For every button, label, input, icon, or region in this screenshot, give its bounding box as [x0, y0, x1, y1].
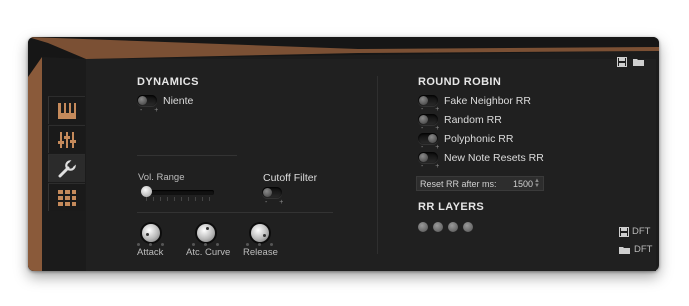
dynamics-divider-top [137, 155, 237, 156]
polyphonic-rr-range: - + [421, 144, 445, 151]
round-robin-heading: ROUND ROBIN [418, 76, 502, 88]
polyphonic-rr-label: Polyphonic RR [444, 133, 514, 145]
tab-piano[interactable] [48, 96, 85, 124]
dft-save-label: DFT [632, 226, 651, 237]
random-rr-toggle[interactable] [418, 114, 438, 125]
vol-range-slider-handle[interactable] [141, 186, 152, 197]
release-label: Release [243, 247, 278, 258]
tab-grid[interactable] [48, 183, 85, 211]
dft-load-label: DFT [634, 244, 653, 255]
spinner-arrows-icon[interactable]: ▲ ▼ [533, 178, 543, 189]
tab-settings[interactable] [48, 154, 85, 182]
grid-icon [58, 189, 76, 206]
random-rr-range: - + [421, 125, 445, 132]
rr-layer-4[interactable] [463, 222, 473, 232]
vol-range-slider-track[interactable] [146, 190, 214, 195]
fake-neighbor-rr-range: - + [421, 106, 445, 113]
mixer-icon [58, 131, 76, 148]
piano-keys-icon [58, 102, 76, 119]
reset-rr-label: Reset RR after ms: [420, 178, 497, 189]
new-note-resets-rr-range: - + [421, 163, 445, 170]
save-icon[interactable] [617, 57, 627, 67]
fake-neighbor-rr-label: Fake Neighbor RR [444, 95, 531, 107]
save-icon [619, 226, 629, 237]
attack-knob[interactable] [142, 224, 160, 242]
rr-layer-1[interactable] [418, 222, 428, 232]
reset-rr-value[interactable]: 1500 [513, 179, 533, 189]
vol-range-ticks [146, 197, 214, 201]
reset-rr-field[interactable]: Reset RR after ms: 1500 ▲ ▼ [416, 176, 544, 191]
rr-layers-heading: RR LAYERS [418, 201, 485, 213]
polyphonic-rr-toggle[interactable] [418, 133, 438, 144]
niente-label: Niente [163, 95, 194, 107]
rr-layer-2[interactable] [433, 222, 443, 232]
default-preset-load[interactable]: DFT [619, 244, 652, 255]
cutoff-filter-range: - + [265, 199, 289, 206]
section-divider [377, 76, 378, 254]
niente-toggle[interactable] [137, 95, 157, 106]
tab-column [48, 96, 86, 212]
folder-icon[interactable] [633, 57, 645, 67]
random-rr-label: Random RR [444, 114, 502, 126]
attack-curve-knob[interactable] [197, 224, 215, 242]
dynamics-heading: DYNAMICS [137, 76, 199, 88]
wrench-icon [58, 159, 77, 177]
niente-toggle-range: - + [140, 107, 164, 114]
new-note-resets-rr-label: New Note Resets RR [444, 152, 544, 164]
attack-curve-label: Atc. Curve [186, 247, 231, 258]
vol-range-label: Vol. Range [138, 172, 185, 183]
main-panel [86, 59, 656, 271]
cutoff-filter-toggle[interactable] [262, 187, 282, 198]
folder-icon [619, 246, 630, 254]
cutoff-filter-label: Cutoff Filter [263, 172, 318, 184]
new-note-resets-rr-toggle[interactable] [418, 152, 438, 163]
release-knob[interactable] [251, 224, 269, 242]
fake-neighbor-rr-toggle[interactable] [418, 95, 438, 106]
default-preset-save[interactable]: DFT [619, 226, 650, 237]
dynamics-divider-bottom [137, 212, 333, 213]
tab-mixer[interactable] [48, 125, 85, 153]
attack-label: Attack [137, 247, 164, 258]
rr-layer-3[interactable] [448, 222, 458, 232]
